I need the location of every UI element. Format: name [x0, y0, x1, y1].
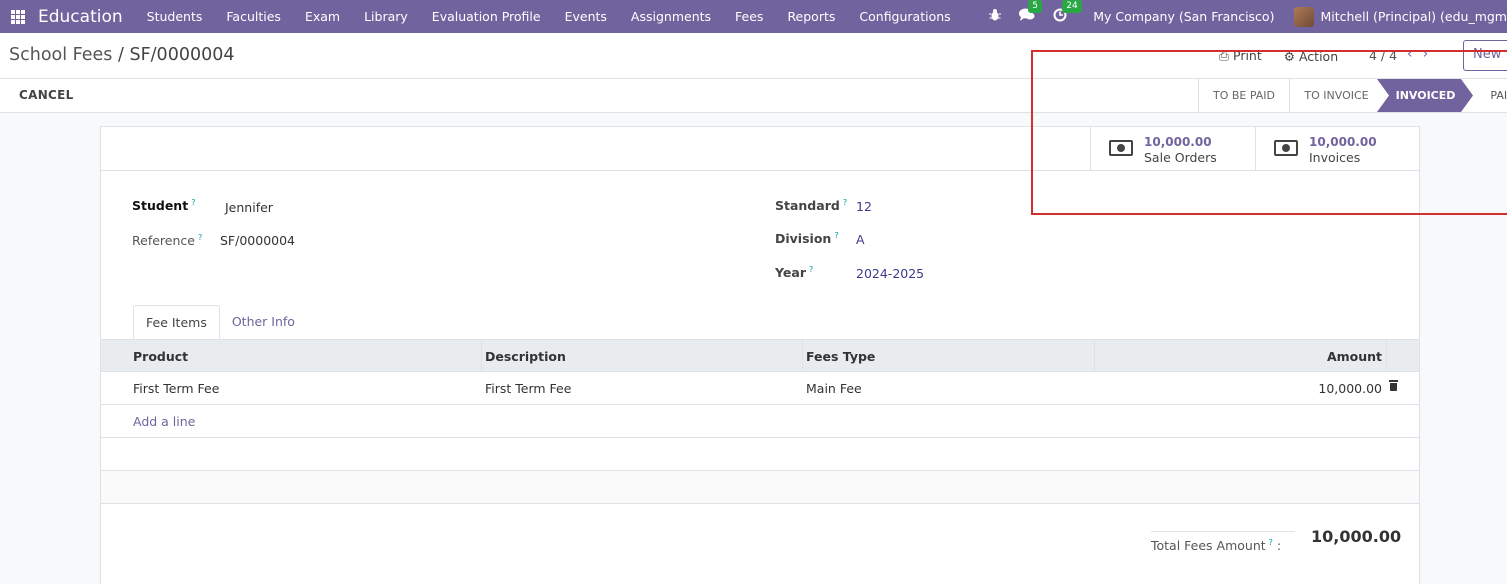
invoices-value: 10,000.00	[1309, 135, 1377, 149]
menu-reports[interactable]: Reports	[775, 9, 847, 24]
cell-product[interactable]: First Term Fee	[133, 381, 219, 396]
standard-label: Standard?	[775, 198, 848, 213]
menu-assignments[interactable]: Assignments	[619, 9, 723, 24]
pager-value[interactable]: 4 / 4	[1369, 48, 1397, 63]
breadcrumb-school-fees[interactable]: School Fees	[9, 45, 112, 65]
smart-button-box: 10,000.00 Sale Orders 10,000.00 Invoices	[101, 127, 1420, 171]
app-name[interactable]: Education	[38, 7, 123, 27]
help-icon[interactable]: ?	[809, 265, 813, 274]
gear-icon: ⚙	[1283, 48, 1295, 64]
cell-amount[interactable]: 10,000.00	[1318, 381, 1382, 396]
sale-orders-smart-button[interactable]: 10,000.00 Sale Orders	[1090, 127, 1255, 171]
cancel-button[interactable]: CANCEL	[19, 88, 74, 102]
stage-paid[interactable]: PAID	[1473, 79, 1507, 112]
menu-events[interactable]: Events	[553, 9, 619, 24]
cell-fees-type[interactable]: Main Fee	[806, 381, 862, 396]
student-label: Student?	[132, 198, 196, 213]
breadcrumb-separator: /	[118, 45, 124, 65]
menu-library[interactable]: Library	[352, 9, 420, 24]
print-button[interactable]: ⎙ Print	[1219, 48, 1262, 64]
stage-to-be-paid[interactable]: TO BE PAID	[1198, 79, 1289, 112]
year-label: Year?	[775, 265, 814, 280]
top-navbar: Education Students Faculties Exam Librar…	[0, 0, 1507, 33]
money-icon	[1274, 140, 1298, 156]
sale-orders-value: 10,000.00	[1144, 135, 1212, 149]
money-icon	[1109, 140, 1133, 156]
activities-icon[interactable]: 24	[1053, 0, 1082, 26]
trash-icon[interactable]	[1389, 380, 1398, 391]
form-sheet: 10,000.00 Sale Orders 10,000.00 Invoices…	[100, 126, 1420, 584]
menu-exam[interactable]: Exam	[293, 9, 352, 24]
menu-configurations[interactable]: Configurations	[847, 9, 962, 24]
status-bar: CANCEL TO BE PAID TO INVOICE INVOICED PA…	[0, 79, 1507, 113]
cell-description[interactable]: First Term Fee	[485, 381, 571, 396]
division-label: Division?	[775, 231, 839, 246]
user-avatar[interactable]	[1294, 6, 1315, 27]
student-field[interactable]: Jennifer	[225, 200, 273, 215]
column-divider	[481, 340, 482, 372]
column-divider	[1386, 340, 1387, 372]
invoices-smart-button[interactable]: 10,000.00 Invoices	[1255, 127, 1420, 171]
add-line-row: Add a line	[101, 405, 1419, 438]
table-row[interactable]: First Term Fee First Term Fee Main Fee 1…	[101, 372, 1419, 405]
help-icon[interactable]: ?	[834, 231, 838, 240]
chevron-left-icon[interactable]: ‹	[1407, 46, 1423, 62]
year-field[interactable]: 2024-2025	[856, 266, 924, 281]
messages-badge: 5	[1028, 0, 1042, 13]
action-button[interactable]: ⚙ Action	[1284, 49, 1338, 64]
col-description[interactable]: Description	[485, 349, 566, 364]
total-fees-label: Total Fees Amount? :	[1151, 531, 1295, 553]
empty-row	[101, 438, 1419, 471]
menu-evaluation-profile[interactable]: Evaluation Profile	[420, 9, 553, 24]
add-line-link[interactable]: Add a line	[133, 414, 195, 429]
sale-orders-label: Sale Orders	[1144, 150, 1217, 165]
stage-invoiced[interactable]: INVOICED	[1389, 79, 1462, 112]
navbar-systray: 5 24 My Company (San Francisco) Mitchell…	[989, 0, 1507, 33]
help-icon[interactable]: ?	[843, 198, 847, 207]
column-divider	[802, 340, 803, 372]
user-menu[interactable]: Mitchell (Principal) (edu_mgm	[1320, 9, 1507, 24]
table-header: Product Description Fees Type Amount	[101, 339, 1419, 372]
help-icon[interactable]: ?	[1269, 538, 1273, 547]
help-icon[interactable]: ?	[198, 233, 202, 242]
activities-badge: 24	[1062, 0, 1082, 13]
action-label: Action	[1298, 48, 1339, 64]
pager-arrows: ‹›	[1407, 46, 1438, 62]
messages-icon[interactable]: 5	[1019, 0, 1042, 26]
tab-fee-items[interactable]: Fee Items	[133, 305, 220, 339]
reference-label: Reference?	[132, 233, 203, 248]
menu-faculties[interactable]: Faculties	[214, 9, 293, 24]
print-icon: ⎙	[1219, 48, 1230, 63]
invoices-label: Invoices	[1309, 150, 1361, 165]
tab-other-info[interactable]: Other Info	[220, 305, 307, 339]
chevron-right-icon[interactable]: ›	[1423, 46, 1439, 62]
help-icon[interactable]: ?	[191, 198, 195, 207]
division-field[interactable]: A	[856, 232, 865, 247]
fee-items-table: Product Description Fees Type Amount Fir…	[101, 339, 1419, 504]
form-actions: ⎙ Print ⚙ Action	[1219, 48, 1360, 64]
bug-icon[interactable]	[989, 8, 1002, 25]
print-label: Print	[1233, 48, 1262, 63]
new-button[interactable]: New	[1463, 40, 1507, 71]
reference-field: SF/0000004	[220, 233, 296, 248]
col-amount[interactable]: Amount	[1327, 349, 1382, 364]
notebook-tabs: Fee Items Other Info	[133, 305, 307, 339]
control-panel: School Fees / SF/0000004 ⎙ Print ⚙ Actio…	[0, 33, 1507, 79]
menu-students[interactable]: Students	[135, 9, 215, 24]
menu-fees[interactable]: Fees	[723, 9, 775, 24]
column-divider	[1094, 340, 1095, 372]
col-product[interactable]: Product	[133, 349, 188, 364]
stage-to-invoice[interactable]: TO INVOICE	[1289, 79, 1383, 112]
breadcrumb-current: SF/0000004	[129, 45, 235, 65]
standard-field[interactable]: 12	[856, 199, 872, 214]
total-fees-value: 10,000.00	[1311, 527, 1402, 546]
breadcrumb: School Fees / SF/0000004	[9, 45, 235, 65]
apps-grid-icon[interactable]	[11, 9, 25, 24]
col-fees-type[interactable]: Fees Type	[806, 349, 875, 364]
company-switcher[interactable]: My Company (San Francisco)	[1093, 9, 1274, 24]
empty-row	[101, 471, 1419, 504]
